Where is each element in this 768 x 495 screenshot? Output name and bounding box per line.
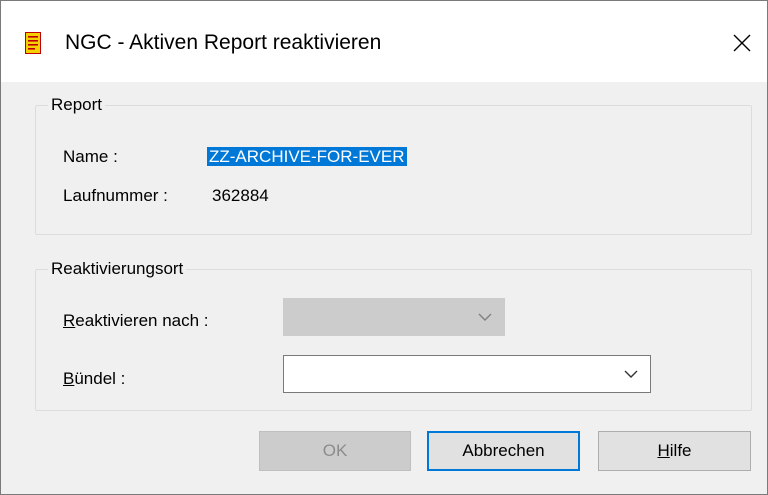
bundle-label-rest: ündel : — [74, 369, 126, 388]
help-label-rest: ilfe — [669, 441, 692, 460]
title-bar[interactable]: NGC - Aktiven Report reaktivieren — [1, 1, 767, 82]
close-button[interactable] — [720, 21, 764, 65]
bundle-mnemonic: B — [63, 369, 75, 388]
bundle-select[interactable] — [283, 355, 651, 393]
number-value: 362884 — [212, 186, 269, 205]
reactivate-to-select[interactable] — [283, 298, 505, 336]
help-button[interactable]: Hilfe — [598, 431, 751, 471]
report-app-icon — [25, 32, 41, 54]
location-group-label: Reaktivierungsort — [48, 259, 187, 279]
ok-button[interactable]: OK — [259, 431, 411, 471]
close-icon — [733, 34, 751, 52]
reactivate-to-mnemonic: R — [63, 311, 76, 330]
name-value[interactable]: ZZ-ARCHIVE-FOR-EVER — [207, 146, 407, 168]
reactivate-to-label: Reaktivieren nach : — [63, 310, 209, 332]
report-group: Report — [35, 95, 752, 235]
report-group-label: Report — [48, 95, 106, 115]
help-mnemonic: H — [657, 441, 670, 460]
chevron-down-icon — [624, 370, 638, 378]
name-label: Name : — [63, 147, 118, 166]
name-value-text[interactable]: ZZ-ARCHIVE-FOR-EVER — [207, 147, 407, 166]
reactivate-to-label-rest: eaktivieren nach : — [75, 311, 209, 330]
window-title: NGC - Aktiven Report reaktivieren — [65, 31, 382, 54]
bundle-label: Bündel : — [63, 368, 125, 390]
chevron-down-icon — [478, 313, 492, 321]
dialog-window: NGC - Aktiven Report reaktivieren Report… — [0, 0, 768, 495]
cancel-button[interactable]: Abbrechen — [427, 431, 580, 471]
number-label: Laufnummer : — [63, 186, 168, 205]
